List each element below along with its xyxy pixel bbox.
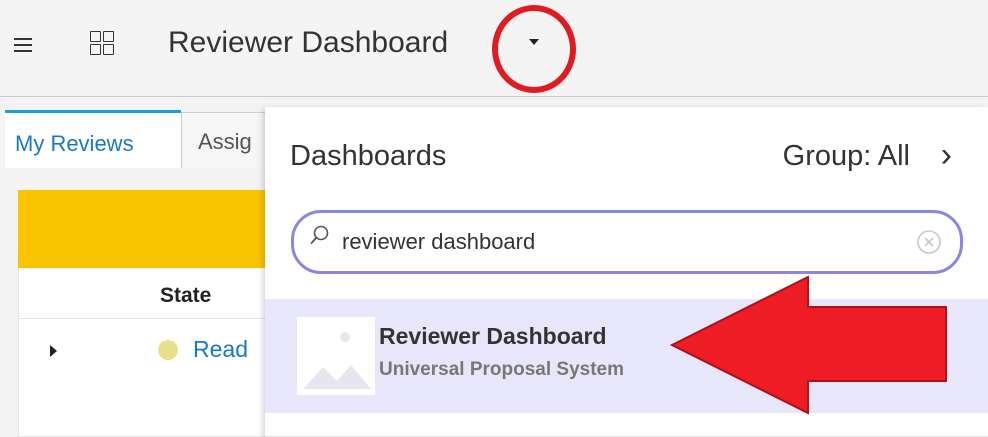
tab-my-reviews[interactable]: My Reviews (5, 110, 181, 168)
grid-icon[interactable] (90, 31, 116, 57)
caret-down-icon[interactable] (529, 39, 539, 45)
card-banner (18, 190, 280, 268)
dashboard-search (291, 210, 963, 274)
hamburger-icon[interactable] (14, 38, 32, 52)
dropdown-title: Dashboards (290, 140, 447, 172)
dashboard-thumbnail-icon (297, 317, 375, 395)
annotation-arrow-icon (669, 275, 947, 415)
tab-label: My Reviews (15, 131, 134, 156)
clear-icon[interactable] (916, 229, 942, 255)
expand-row-icon[interactable] (50, 345, 57, 357)
app-header: Reviewer Dashboard (0, 0, 988, 97)
tab-label: Assig (198, 129, 252, 154)
search-icon (310, 225, 329, 244)
row-divider (18, 318, 280, 319)
page-title: Reviewer Dashboard (168, 26, 449, 59)
search-input[interactable] (342, 223, 902, 261)
chevron-right-icon[interactable]: › (941, 136, 952, 175)
row-state-link[interactable]: Read (193, 336, 248, 363)
tab-assigned[interactable]: Assig (181, 112, 271, 168)
result-subtitle: Universal Proposal System (379, 359, 624, 380)
group-selector[interactable]: Group: All (783, 140, 910, 173)
status-dot-icon (158, 340, 178, 360)
annotation-circle (492, 5, 576, 93)
result-title: Reviewer Dashboard (379, 323, 607, 349)
column-header-state[interactable]: State (160, 284, 211, 308)
